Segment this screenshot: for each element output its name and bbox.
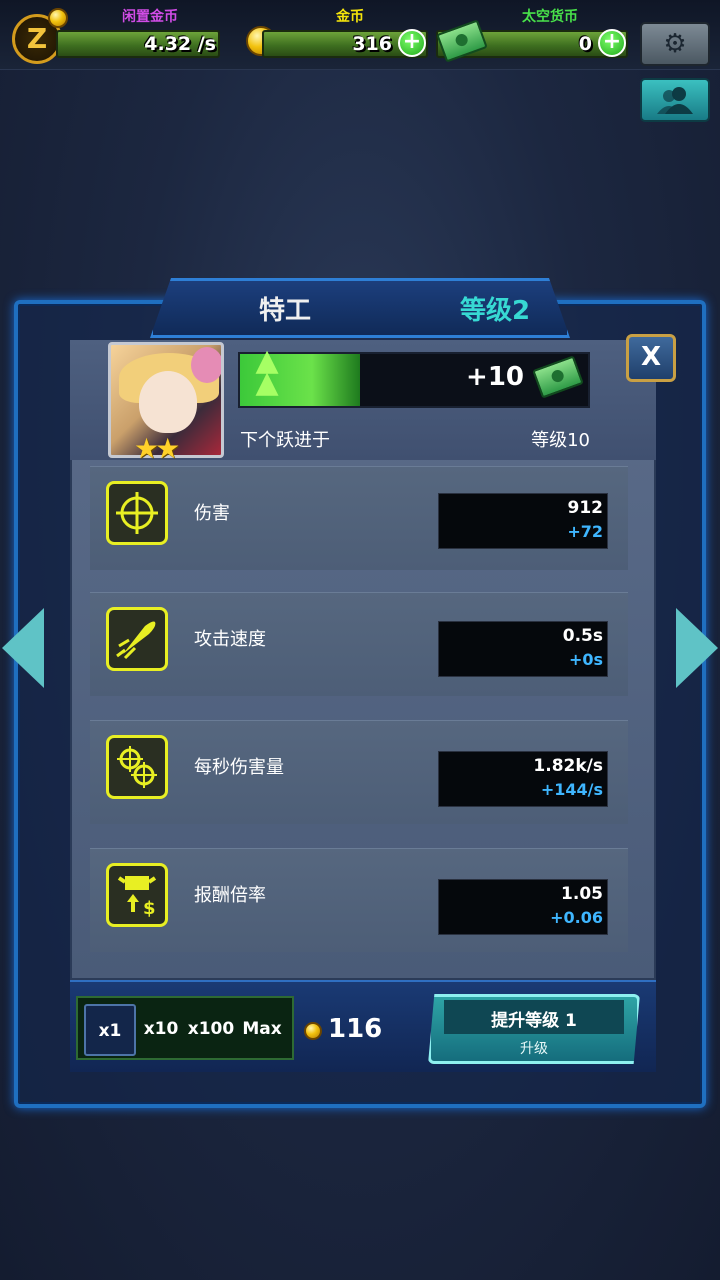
stat-value-box: 1.82k/s +144/s xyxy=(438,751,608,807)
settings-button[interactable]: ⚙ xyxy=(640,22,710,66)
profile-button[interactable] xyxy=(640,78,710,122)
gold-coin-icon xyxy=(304,1022,322,1040)
level-up-arrow-icon: ▲ ▲ xyxy=(255,343,279,400)
gold-value: 316 xyxy=(352,33,392,55)
user-icon xyxy=(657,87,693,114)
stat-delta: +0.06 xyxy=(550,908,603,927)
money-up-icon: $ xyxy=(106,863,168,927)
star-rating: ★★ xyxy=(134,432,180,465)
stat-delta: +72 xyxy=(567,522,603,541)
character-level: 等级2 xyxy=(459,296,531,326)
stat-label: 报酬倍率 xyxy=(194,885,266,906)
stat-row-attack-speed: 攻击速度 0.5s +0s xyxy=(90,592,628,696)
multiplier-x100-button[interactable]: x100 xyxy=(184,1004,238,1056)
stat-label: 攻击速度 xyxy=(194,629,266,650)
multiplier-x1-button[interactable]: x1 xyxy=(84,1004,136,1056)
leap-reward-value: +10 xyxy=(466,362,524,392)
double-crosshair-icon xyxy=(106,735,168,799)
stat-value-box: 912 +72 xyxy=(438,493,608,549)
idle-coin-icon xyxy=(48,8,68,28)
stat-row-reward-multiplier: $ 报酬倍率 1.05 +0.06 xyxy=(90,848,628,952)
stat-value: 0.5s xyxy=(562,626,603,646)
stat-row-dps: 每秒伤害量 1.82k/s +144/s xyxy=(90,720,628,824)
stat-label: 每秒伤害量 xyxy=(194,757,284,778)
character-name: 特工 xyxy=(258,296,311,326)
upgrade-button-title: 提升等级 1 xyxy=(491,1011,577,1031)
upgrade-button-subtitle: 升级 xyxy=(520,1041,548,1057)
rocket-icon xyxy=(106,607,168,671)
gear-icon: ⚙ xyxy=(663,29,687,59)
svg-text:$: $ xyxy=(143,898,156,918)
add-gold-button[interactable]: + xyxy=(398,29,426,57)
stat-value: 1.05 xyxy=(561,884,603,904)
stat-value: 1.82k/s xyxy=(533,756,603,776)
next-leap-level: 等级10 xyxy=(531,430,590,451)
next-leap-label: 下个跃进于 xyxy=(240,430,330,451)
multiplier-max-button[interactable]: Max xyxy=(240,1004,284,1056)
stat-label: 伤害 xyxy=(194,503,230,524)
next-character-arrow-icon[interactable] xyxy=(676,608,718,688)
stat-value-box: 1.05 +0.06 xyxy=(438,879,608,935)
multiplier-x10-button[interactable]: x10 xyxy=(140,1004,182,1056)
stat-value-box: 0.5s +0s xyxy=(438,621,608,677)
stat-delta: +0s xyxy=(568,650,603,669)
stat-value: 912 xyxy=(567,498,604,518)
upgrade-cost: 116 xyxy=(328,1014,383,1044)
previous-character-arrow-icon[interactable] xyxy=(2,608,44,688)
idle-value: 4.32 /s xyxy=(144,33,216,55)
space-label: 太空货币 xyxy=(522,9,578,25)
idle-label: 闲置金币 xyxy=(122,9,178,25)
add-space-button[interactable]: + xyxy=(598,29,626,57)
crosshair-icon xyxy=(106,481,168,545)
space-value: 0 xyxy=(578,33,592,55)
close-button[interactable]: X xyxy=(626,334,676,382)
stat-delta: +144/s xyxy=(540,780,603,799)
stat-row-damage: 伤害 912 +72 xyxy=(90,466,628,570)
gold-label: 金币 xyxy=(336,9,364,25)
